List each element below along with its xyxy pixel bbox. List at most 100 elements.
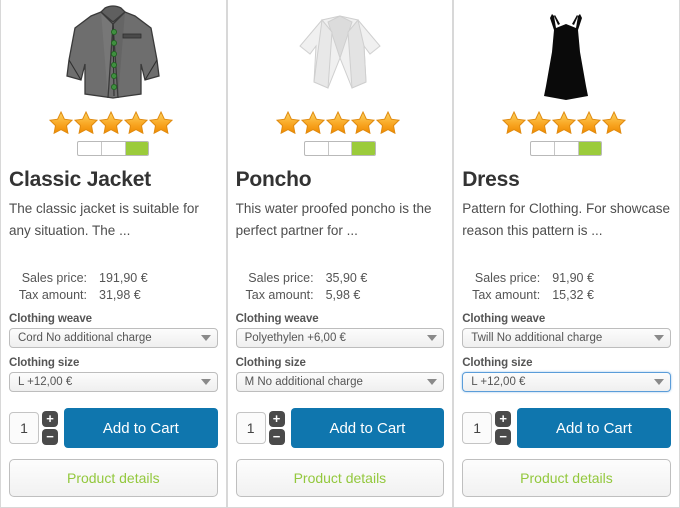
clothing-weave-field: Clothing weave Cord No additional charge <box>9 313 218 348</box>
clothing-weave-value: Polyethylen +6,00 € <box>244 332 346 344</box>
clothing-size-field: Clothing size M No additional charge <box>235 357 445 392</box>
cart-row: 1 + − Add to Cart <box>462 408 671 448</box>
product-details-button[interactable]: Product details <box>235 459 445 497</box>
clothing-weave-label: Clothing weave <box>9 313 92 325</box>
tax-amount-row: Tax amount: 15,32 € <box>462 287 671 304</box>
jacket-image[interactable] <box>9 0 218 108</box>
clothing-size-value: M No additional charge <box>244 376 363 388</box>
cart-row: 1 + − Add to Cart <box>9 408 218 448</box>
tax-amount-value: 15,32 € <box>552 288 594 302</box>
add-to-cart-button[interactable]: Add to Cart <box>517 408 671 448</box>
rating-bar <box>77 141 150 156</box>
tax-amount-row: Tax amount: 5,98 € <box>236 287 445 304</box>
clothing-size-select[interactable]: M No additional charge <box>235 372 445 392</box>
clothing-weave-label: Clothing weave <box>235 313 319 325</box>
tax-amount-value: 5,98 € <box>325 288 361 302</box>
clothing-weave-select[interactable]: Polyethylen +6,00 € <box>235 328 445 348</box>
clothing-size-value: L +12,00 € <box>18 376 73 388</box>
product-card: Poncho This water proofed poncho is the … <box>226 0 454 508</box>
clothing-size-field: Clothing size L +12,00 € <box>462 357 671 392</box>
quantity-increase-button[interactable]: + <box>268 411 285 427</box>
quantity-input[interactable]: 1 <box>462 412 493 444</box>
clothing-weave-field: Clothing weave Polyethylen +6,00 € <box>235 313 445 348</box>
clothing-weave-field: Clothing weave Twill No additional charg… <box>462 313 671 348</box>
product-card: Dress Pattern for Clothing. For showcase… <box>453 0 680 508</box>
product-description: The classic jacket is suitable for any s… <box>9 201 199 238</box>
star-rating <box>236 108 445 138</box>
product-card: Classic Jacket The classic jacket is sui… <box>0 0 227 508</box>
chevron-down-icon <box>421 379 443 385</box>
rating-bar-segment <box>305 142 329 155</box>
rating-bar-segment-filled <box>578 142 602 155</box>
tax-amount-label: Tax amount: <box>18 288 87 302</box>
product-description: Pattern for Clothing. For showcase reaso… <box>462 201 671 238</box>
sales-price-value: 35,90 € <box>325 271 368 285</box>
clothing-weave-select[interactable]: Cord No additional charge <box>9 328 218 348</box>
tax-amount-label: Tax amount: <box>472 288 541 302</box>
sales-price-label: Sales price: <box>21 271 87 285</box>
rating-bar-segment <box>78 142 102 155</box>
sales-price-row: Sales price: 191,90 € <box>9 270 218 287</box>
product-details-button[interactable]: Product details <box>9 459 218 497</box>
clothing-weave-select[interactable]: Twill No additional charge <box>462 328 671 348</box>
clothing-size-select[interactable]: L +12,00 € <box>9 372 218 392</box>
sales-price-label: Sales price: <box>248 271 314 285</box>
product-grid: Classic Jacket The classic jacket is sui… <box>0 0 680 508</box>
chevron-down-icon <box>421 335 443 341</box>
rating-bar <box>303 141 376 156</box>
poncho-image[interactable] <box>236 0 445 108</box>
sales-price-row: Sales price: 91,90 € <box>462 270 671 287</box>
quantity-stepper: + − <box>42 411 58 445</box>
rating-bar-segment <box>102 142 126 155</box>
clothing-size-label: Clothing size <box>462 357 533 369</box>
price-block: Sales price: 35,90 € Tax amount: 5,98 € <box>236 270 445 304</box>
product-title: Dress <box>462 168 520 191</box>
quantity-input[interactable]: 1 <box>9 412 39 444</box>
rating-bar-segment <box>329 142 353 155</box>
clothing-weave-value: Twill No additional charge <box>471 332 603 344</box>
clothing-size-value: L +12,00 € <box>471 376 526 388</box>
quantity-stepper: + − <box>268 411 285 445</box>
chevron-down-icon <box>648 335 670 341</box>
rating-bar-segment <box>531 142 556 155</box>
rating-bar-segment-filled <box>352 142 375 155</box>
quantity-stepper: + − <box>495 411 512 445</box>
product-description: This water proofed poncho is the perfect… <box>235 201 432 238</box>
rating-bar-segment-filled <box>125 142 149 155</box>
price-block: Sales price: 191,90 € Tax amount: 31,98 … <box>9 270 218 304</box>
chevron-down-icon <box>648 379 670 385</box>
quantity-decrease-button[interactable]: − <box>42 429 58 445</box>
sales-price-value: 191,90 € <box>99 271 148 285</box>
sales-price-label: Sales price: <box>474 271 541 285</box>
clothing-weave-label: Clothing weave <box>462 313 546 325</box>
tax-amount-row: Tax amount: 31,98 € <box>9 287 218 304</box>
quantity-increase-button[interactable]: + <box>495 411 512 427</box>
quantity-input[interactable]: 1 <box>235 412 266 444</box>
quantity-decrease-button[interactable]: − <box>495 429 512 445</box>
tax-amount-label: Tax amount: <box>245 288 314 302</box>
clothing-weave-value: Cord No additional charge <box>18 332 152 344</box>
price-block: Sales price: 91,90 € Tax amount: 15,32 € <box>462 270 671 304</box>
product-title: Classic Jacket <box>9 168 151 191</box>
sales-price-row: Sales price: 35,90 € <box>236 270 445 287</box>
cart-row: 1 + − Add to Cart <box>235 408 445 448</box>
chevron-down-icon <box>195 335 217 341</box>
add-to-cart-button[interactable]: Add to Cart <box>64 408 218 448</box>
clothing-size-label: Clothing size <box>235 357 306 369</box>
star-rating <box>462 108 671 138</box>
quantity-decrease-button[interactable]: − <box>268 429 285 445</box>
product-title: Poncho <box>235 168 312 191</box>
sales-price-value: 91,90 € <box>552 271 594 285</box>
add-to-cart-button[interactable]: Add to Cart <box>290 408 445 448</box>
clothing-size-select[interactable]: L +12,00 € <box>462 372 671 392</box>
quantity-increase-button[interactable]: + <box>42 411 58 427</box>
dress-image[interactable] <box>462 0 671 108</box>
rating-bar-segment <box>555 142 579 155</box>
rating-bar <box>530 141 603 156</box>
product-details-button[interactable]: Product details <box>462 459 671 497</box>
clothing-size-label: Clothing size <box>9 357 80 369</box>
clothing-size-field: Clothing size L +12,00 € <box>9 357 218 392</box>
chevron-down-icon <box>195 379 217 385</box>
tax-amount-value: 31,98 € <box>99 288 141 302</box>
star-rating <box>9 108 218 138</box>
